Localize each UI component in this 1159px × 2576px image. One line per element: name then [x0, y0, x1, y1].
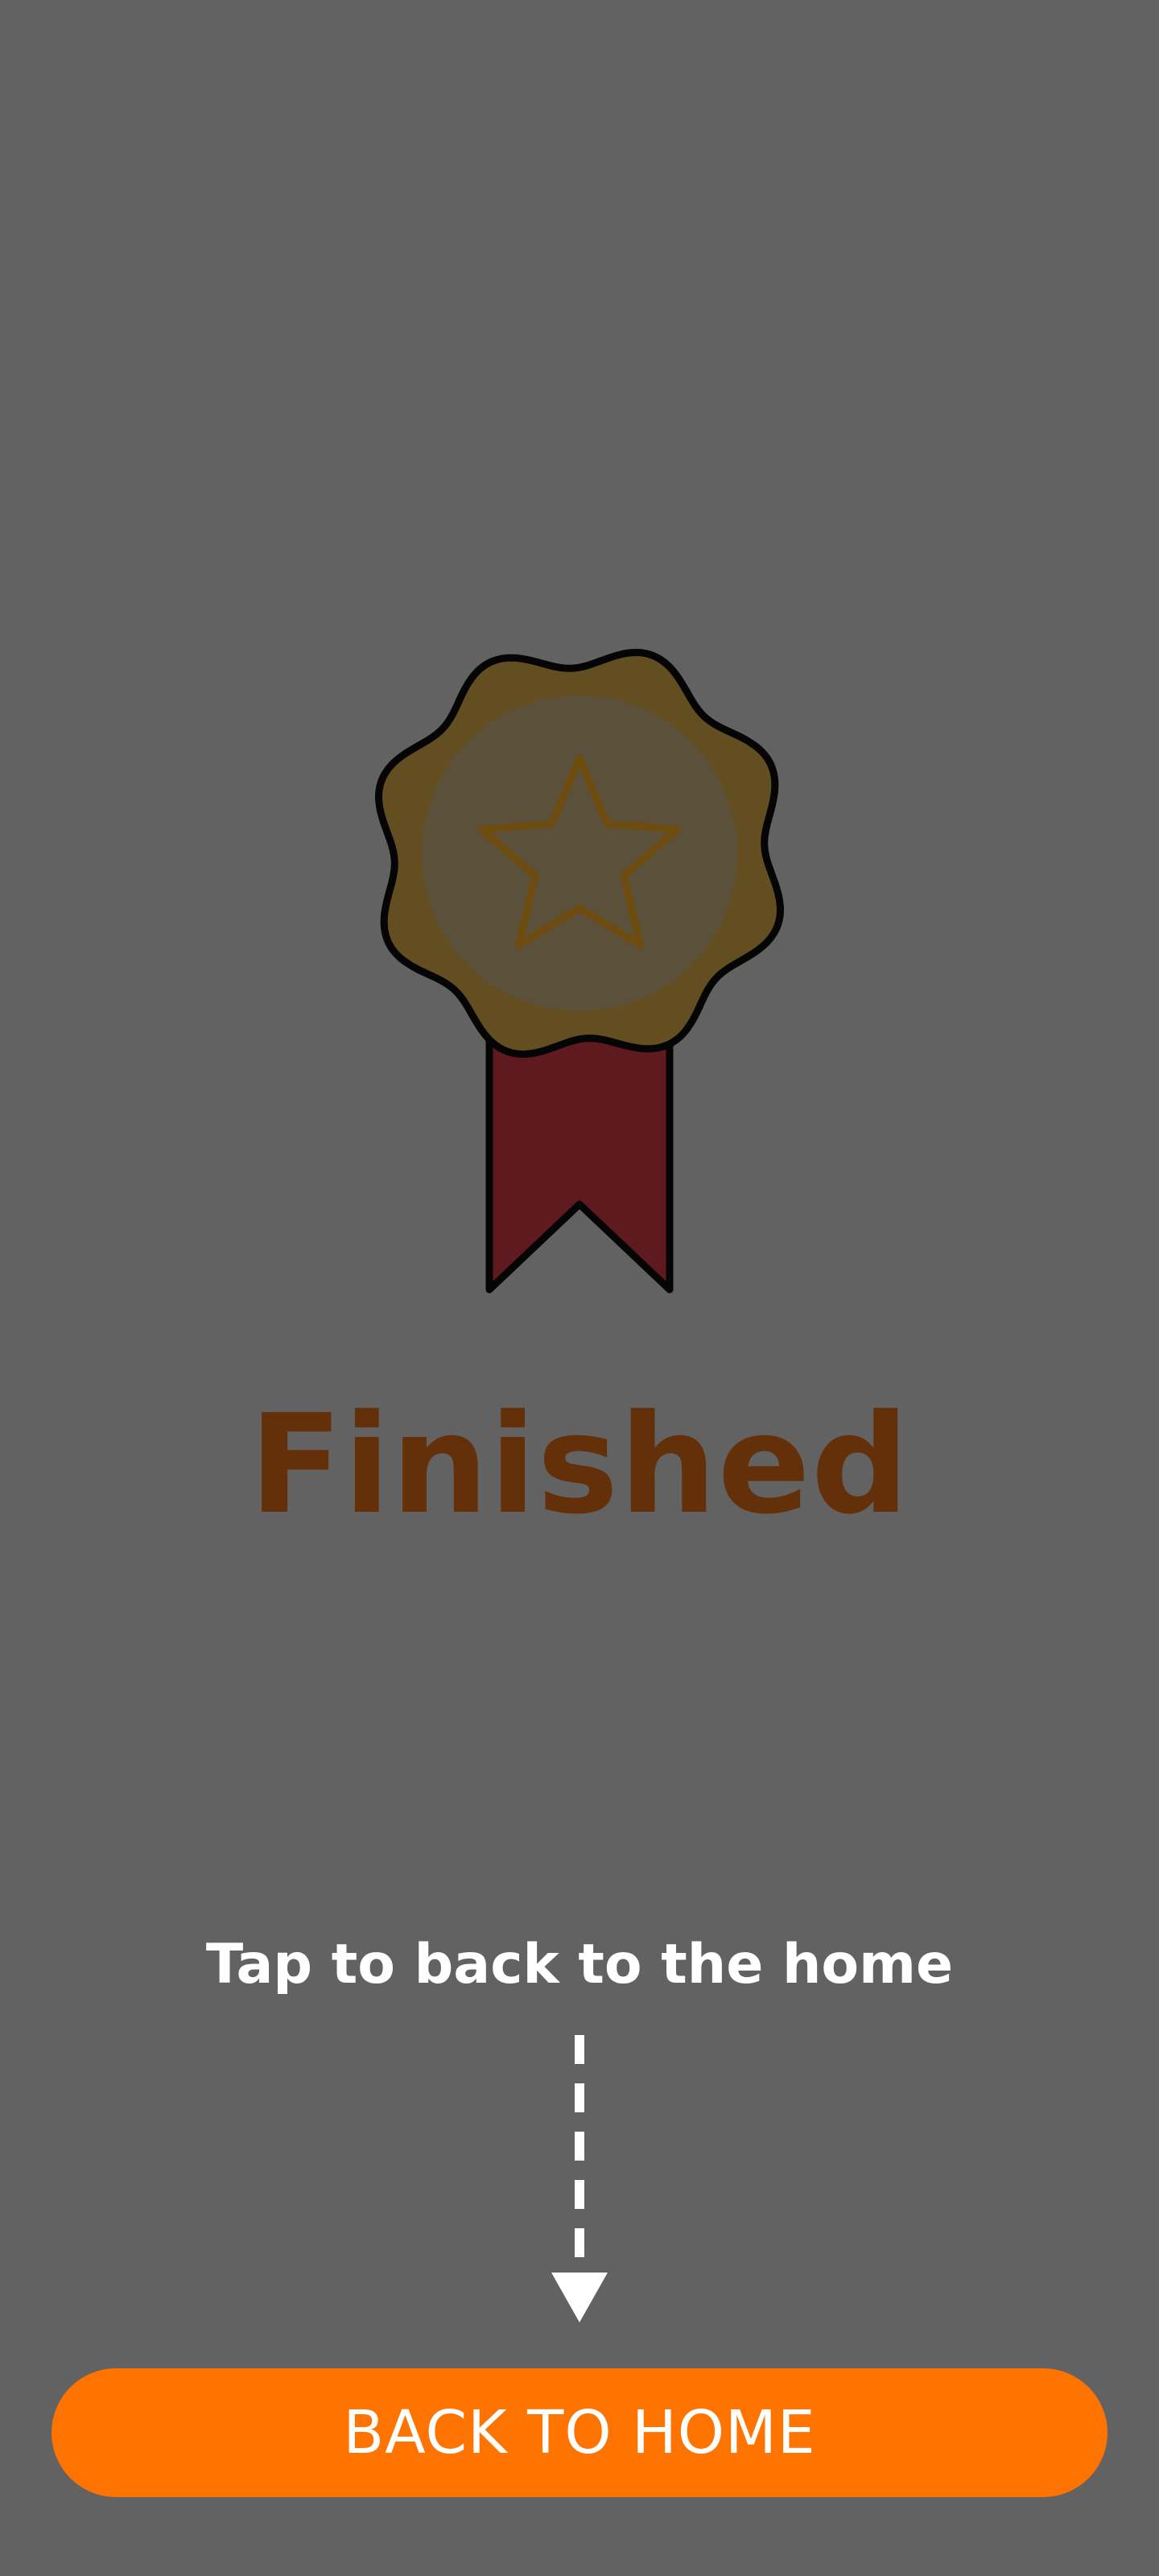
- medal-center: [422, 696, 737, 1011]
- back-to-home-button[interactable]: BACK TO HOME: [52, 2368, 1107, 2497]
- dashed-down-arrow-icon: [547, 2029, 612, 2326]
- tap-hint-text: Tap to back to the home: [205, 1933, 954, 1996]
- finished-title: Finished: [249, 1385, 910, 1545]
- award-badge-icon: [354, 628, 805, 1304]
